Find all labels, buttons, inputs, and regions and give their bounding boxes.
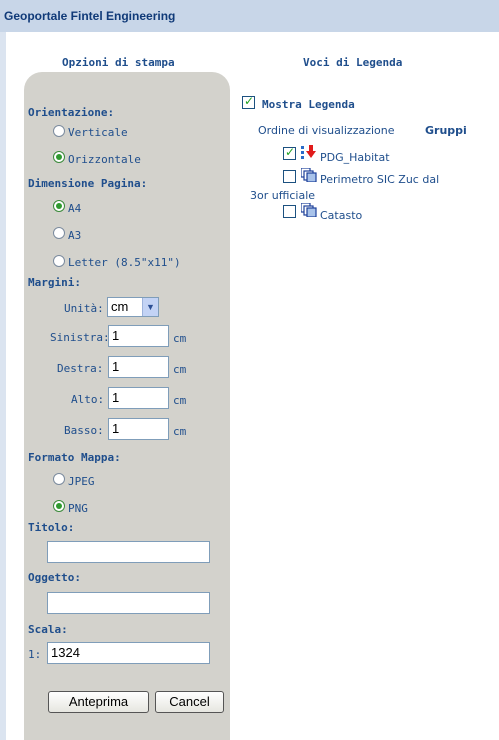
scale-label: Scala: — [28, 623, 68, 636]
map-format-label: Formato Mappa: — [28, 451, 121, 464]
margin-left-input[interactable]: 1 — [108, 325, 169, 347]
radio-letter-label: Letter (8.5"x11") — [68, 256, 181, 269]
margin-bottom-unit: cm — [173, 425, 187, 438]
groups-label[interactable]: Gruppi — [425, 124, 467, 137]
left-frame-border — [0, 32, 6, 740]
margin-bottom-label: Basso: — [64, 424, 104, 437]
scale-input[interactable]: 1324 — [47, 642, 210, 664]
page-size-label: Dimensione Pagina: — [28, 177, 148, 190]
legend-items-heading: Voci di Legenda — [303, 56, 403, 69]
app-title: Geoportale Fintel Engineering — [4, 9, 176, 23]
layer-name-pdg-habitat: PDG_Habitat — [320, 151, 390, 164]
margin-top-label: Alto: — [71, 393, 105, 406]
title-input[interactable] — [47, 541, 210, 563]
radio-orizzontale-label: Orizzontale — [68, 153, 141, 166]
radio-a4[interactable] — [53, 200, 65, 212]
margin-left-unit: cm — [173, 332, 187, 345]
radio-a3[interactable] — [53, 227, 65, 239]
radio-verticale[interactable] — [53, 125, 65, 137]
margins-label: Margini: — [28, 276, 81, 289]
title-bar: Geoportale Fintel Engineering — [0, 0, 499, 32]
radio-orizzontale[interactable] — [53, 151, 65, 163]
layer-name-overflow: 3or ufficiale — [250, 189, 316, 202]
subject-field-label: Oggetto: — [28, 571, 81, 584]
radio-png-label: PNG — [68, 502, 88, 515]
layer-checkbox-catasto[interactable] — [283, 205, 296, 218]
margin-top-unit: cm — [173, 394, 187, 407]
margin-right-label: Destra: — [57, 362, 104, 375]
unit-label: Unità: — [64, 302, 104, 315]
unit-select[interactable]: cm ▼ — [107, 297, 159, 317]
chevron-down-icon[interactable]: ▼ — [142, 298, 158, 316]
layer-checkbox-pdg-habitat[interactable] — [283, 145, 296, 160]
margin-left-label: Sinistra: — [50, 331, 110, 344]
layer-stack-icon — [301, 203, 317, 217]
radio-verticale-label: Verticale — [68, 126, 128, 139]
preview-button[interactable]: Anteprima — [48, 691, 149, 713]
unit-select-value: cm — [111, 299, 129, 314]
subject-input[interactable] — [47, 592, 210, 614]
margin-top-input[interactable]: 1 — [108, 387, 169, 409]
display-order-label: Ordine di visualizzazione — [258, 124, 395, 137]
margin-bottom-input[interactable]: 1 — [108, 418, 169, 440]
layer-name-catasto: Catasto — [320, 209, 363, 222]
radio-a3-label: A3 — [68, 229, 82, 242]
print-options-heading: Opzioni di stampa — [62, 56, 175, 69]
radio-jpeg[interactable] — [53, 473, 65, 485]
show-legend-checkbox[interactable] — [242, 94, 255, 109]
cancel-button[interactable]: Cancel — [155, 691, 224, 713]
layer-stack-icon — [301, 168, 317, 182]
margin-right-unit: cm — [173, 363, 187, 376]
red-arrow-icon — [301, 145, 316, 159]
show-legend-label: Mostra Legenda — [262, 98, 355, 111]
layer-name-perimetro-sic: Perimetro SIC Zuc dal — [320, 173, 440, 186]
layer-checkbox-perimetro-sic[interactable] — [283, 170, 296, 183]
radio-letter[interactable] — [53, 255, 65, 267]
radio-a4-label: A4 — [68, 202, 82, 215]
title-field-label: Titolo: — [28, 521, 75, 534]
orientation-label: Orientazione: — [28, 106, 115, 119]
radio-jpeg-label: JPEG — [68, 475, 95, 488]
margin-right-input[interactable]: 1 — [108, 356, 169, 378]
radio-png[interactable] — [53, 500, 65, 512]
scale-prefix: 1: — [28, 648, 42, 661]
